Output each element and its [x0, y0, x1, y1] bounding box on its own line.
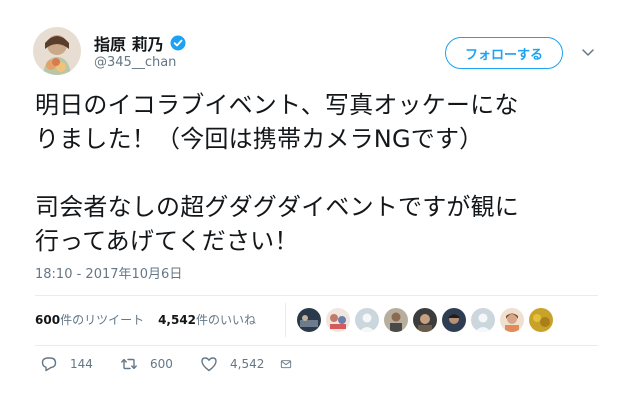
- liker-avatar[interactable]: [471, 308, 495, 332]
- verified-badge-icon: [170, 35, 186, 51]
- liker-avatar[interactable]: [442, 308, 466, 332]
- like-count-stat[interactable]: 4,542件のいいね: [158, 311, 256, 328]
- liker-avatar[interactable]: [326, 308, 350, 332]
- like-button[interactable]: 4,542: [200, 355, 280, 373]
- avatar[interactable]: [33, 27, 81, 75]
- user-handle[interactable]: @345__chan: [94, 55, 176, 70]
- liker-avatar[interactable]: [384, 308, 408, 332]
- retweet-button[interactable]: 600: [120, 355, 200, 373]
- display-name[interactable]: 指原 莉乃: [94, 31, 164, 55]
- reply-button[interactable]: 144: [40, 355, 120, 373]
- tweet-actions: 144 600 4,542: [40, 355, 304, 373]
- follow-button[interactable]: フォローする: [445, 37, 563, 69]
- liker-avatars: [297, 308, 558, 332]
- retweet-count: 600: [150, 357, 173, 371]
- divider: [35, 345, 598, 346]
- like-count: 4,542: [230, 357, 265, 371]
- liker-avatar[interactable]: [529, 308, 553, 332]
- like-count-label: 件のいいね: [196, 313, 257, 327]
- retweet-count-stat[interactable]: 600件のリツイート: [35, 311, 144, 328]
- stats-separator: [285, 303, 286, 337]
- reply-icon: [41, 357, 57, 372]
- chevron-down-icon[interactable]: [580, 44, 596, 60]
- reply-count: 144: [70, 357, 93, 371]
- direct-message-button[interactable]: [280, 355, 304, 373]
- heart-icon: [201, 357, 217, 372]
- liker-avatar[interactable]: [355, 308, 379, 332]
- tweet-text: 明日のイコラブイベント、写真オッケーにな りました！（今回は携帯カメラNGです）…: [35, 91, 519, 255]
- mail-icon: [280, 360, 292, 369]
- tweet-stats: 600件のリツイート 4,542件のいいね: [35, 311, 270, 328]
- retweet-count-number: 600: [35, 313, 61, 327]
- liker-avatar[interactable]: [413, 308, 437, 332]
- liker-avatar[interactable]: [297, 308, 321, 332]
- tweet-timestamp[interactable]: 18:10 - 2017年10月6日: [35, 263, 182, 282]
- retweet-count-label: 件のリツイート: [60, 313, 145, 327]
- tweet-header: 指原 莉乃 @345__chan フォローする: [0, 0, 633, 90]
- divider: [35, 295, 598, 296]
- retweet-icon: [121, 358, 137, 370]
- like-count-number: 4,542: [158, 313, 197, 327]
- liker-avatar[interactable]: [500, 308, 524, 332]
